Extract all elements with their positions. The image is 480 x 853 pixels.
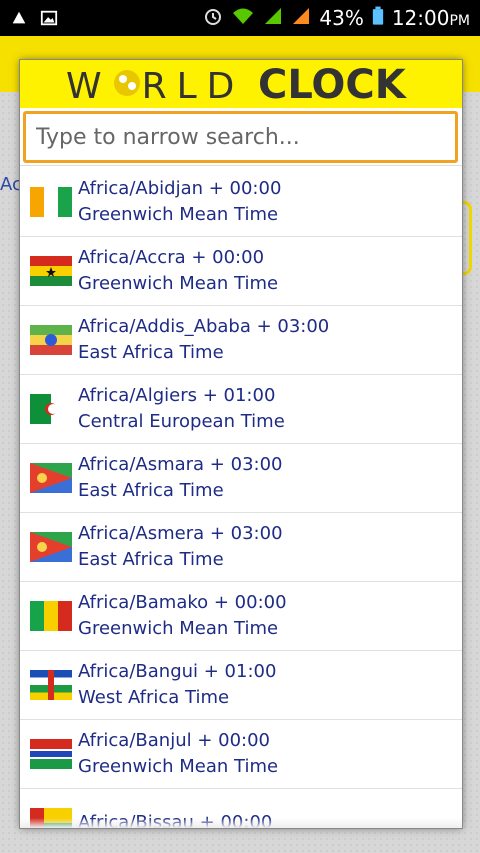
timezone-label: Africa/Asmara + 03:00 <box>78 454 283 475</box>
list-fade <box>20 818 462 828</box>
clock-time: 12:00PM <box>391 6 470 30</box>
battery-percent: 43% <box>319 6 364 30</box>
flag-eritrea-icon <box>30 532 72 562</box>
timezone-label: Africa/Asmera + 03:00 <box>78 523 283 544</box>
battery-icon <box>372 6 384 31</box>
signal-sim1-icon <box>263 6 283 31</box>
wifi-icon <box>231 6 255 31</box>
timezone-label: Africa/Addis_Ababa + 03:00 <box>78 316 330 337</box>
timezone-sublabel: Central European Time <box>78 411 285 432</box>
flag-mali-icon <box>30 601 72 631</box>
list-item[interactable]: Africa/Asmera + 03:00 East Africa Time <box>20 513 462 582</box>
timezone-sublabel: East Africa Time <box>78 342 224 363</box>
background-label: Ac <box>0 174 22 195</box>
status-bar: 43% 12:00PM <box>0 0 480 36</box>
timezone-label: Africa/Bamako + 00:00 <box>78 592 287 613</box>
dialog-header: W RLD CLOCK <box>20 60 462 108</box>
title-clock: CLOCK <box>258 62 406 108</box>
signal-sim2-icon <box>291 6 311 31</box>
flag-ethiopia-icon <box>30 325 72 355</box>
list-item[interactable]: Africa/Algiers + 01:00 Central European … <box>20 375 462 444</box>
flag-ghana-icon <box>30 256 72 286</box>
timezone-sublabel: Greenwich Mean Time <box>78 273 279 294</box>
timezone-sublabel: Greenwich Mean Time <box>78 204 279 225</box>
list-item[interactable]: Africa/Addis_Ababa + 03:00 East Africa T… <box>20 306 462 375</box>
list-item[interactable]: Africa/Bamako + 00:00 Greenwich Mean Tim… <box>20 582 462 651</box>
timezone-label: Africa/Abidjan + 00:00 <box>78 178 282 199</box>
timezone-label: Africa/Banjul + 00:00 <box>78 730 270 751</box>
timezone-sublabel: East Africa Time <box>78 549 224 570</box>
list-item[interactable]: Africa/Accra + 00:00 Greenwich Mean Time <box>20 237 462 306</box>
list-item[interactable]: Africa/Bangui + 01:00 West Africa Time <box>20 651 462 720</box>
list-item[interactable]: Africa/Asmara + 03:00 East Africa Time <box>20 444 462 513</box>
globe-clock-icon <box>112 66 142 96</box>
timezone-sublabel: West Africa Time <box>78 687 230 708</box>
image-icon <box>40 9 58 27</box>
search-input[interactable] <box>23 111 458 163</box>
timezone-label: Africa/Bangui + 01:00 <box>78 661 277 682</box>
flag-eritrea-icon <box>30 463 72 493</box>
timezone-label: Africa/Algiers + 01:00 <box>78 385 276 406</box>
usb-debug-icon <box>10 9 28 27</box>
flag-gambia-icon <box>30 739 72 769</box>
flag-algeria-icon <box>30 394 72 424</box>
timezone-sublabel: Greenwich Mean Time <box>78 618 279 639</box>
timezone-sublabel: East Africa Time <box>78 480 224 501</box>
list-item[interactable]: Africa/Abidjan + 00:00 Greenwich Mean Ti… <box>20 168 462 237</box>
flag-ivory-coast-icon <box>30 187 72 217</box>
title-world: W RLD <box>66 66 245 107</box>
timezone-picker-dialog: W RLD CLOCK Africa/Abidjan + 00:00 Green… <box>20 60 462 828</box>
search-container <box>20 108 462 166</box>
alarm-icon <box>203 6 223 31</box>
timezone-label: Africa/Accra + 00:00 <box>78 247 265 268</box>
list-item[interactable]: Africa/Banjul + 00:00 Greenwich Mean Tim… <box>20 720 462 789</box>
timezone-sublabel: Greenwich Mean Time <box>78 756 279 777</box>
flag-central-african-republic-icon <box>30 670 72 700</box>
timezone-list[interactable]: Africa/Abidjan + 00:00 Greenwich Mean Ti… <box>20 168 462 828</box>
